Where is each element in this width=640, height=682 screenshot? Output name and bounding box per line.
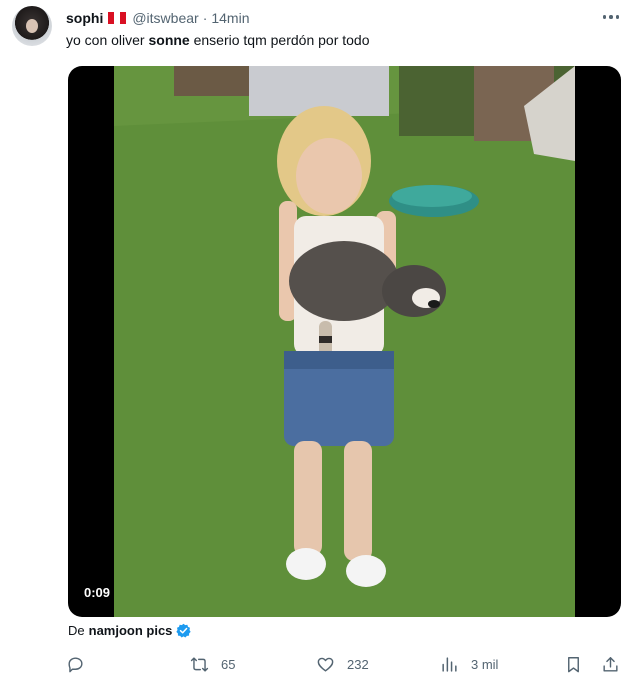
video-timestamp: 0:09 xyxy=(84,585,111,600)
reply-button[interactable] xyxy=(66,652,85,676)
repost-button[interactable]: 65 xyxy=(190,652,235,676)
video-source: De namjoon pics xyxy=(68,623,192,638)
post-text: yo con oliver sonne enserio tqm perdón p… xyxy=(66,32,370,48)
post-header: sophi @itswbear · 14min xyxy=(66,9,250,27)
share-icon xyxy=(603,656,618,672)
post-text-bold: sonne xyxy=(148,32,190,48)
source-account[interactable]: namjoon pics xyxy=(89,623,173,638)
views-icon xyxy=(442,656,457,672)
user-handle[interactable]: @itswbear xyxy=(132,10,198,26)
repost-icon xyxy=(190,656,209,672)
more-icon[interactable] xyxy=(598,8,624,26)
post: sophi @itswbear · 14min yo con oliver so… xyxy=(0,0,640,682)
verified-badge-icon xyxy=(176,623,192,638)
bookmark-icon xyxy=(568,656,579,672)
peru-flag-icon xyxy=(108,12,127,24)
bookmark-button[interactable] xyxy=(564,652,583,676)
source-prefix: De xyxy=(68,623,85,638)
repost-count: 65 xyxy=(221,656,236,672)
avatar[interactable] xyxy=(12,6,52,46)
share-button[interactable] xyxy=(601,652,620,676)
heart-icon xyxy=(317,657,334,672)
like-count: 232 xyxy=(347,656,369,672)
post-text-end: enserio tqm perdón por todo xyxy=(189,32,370,48)
video-scene xyxy=(114,66,575,617)
post-time[interactable]: 14min xyxy=(211,10,249,26)
video-frame xyxy=(114,66,575,617)
post-text-start: yo con oliver xyxy=(66,32,149,48)
avatar-face xyxy=(26,19,38,33)
reply-icon xyxy=(68,656,83,672)
video-player[interactable]: 0:09 xyxy=(68,66,621,617)
views-count: 3 mil xyxy=(471,656,499,672)
like-button[interactable]: 232 xyxy=(316,652,369,676)
views-button[interactable]: 3 mil xyxy=(440,652,498,676)
separator-dot: · xyxy=(202,10,208,26)
display-name[interactable]: sophi xyxy=(66,10,103,26)
action-bar: 65 232 3 mil xyxy=(0,652,640,676)
